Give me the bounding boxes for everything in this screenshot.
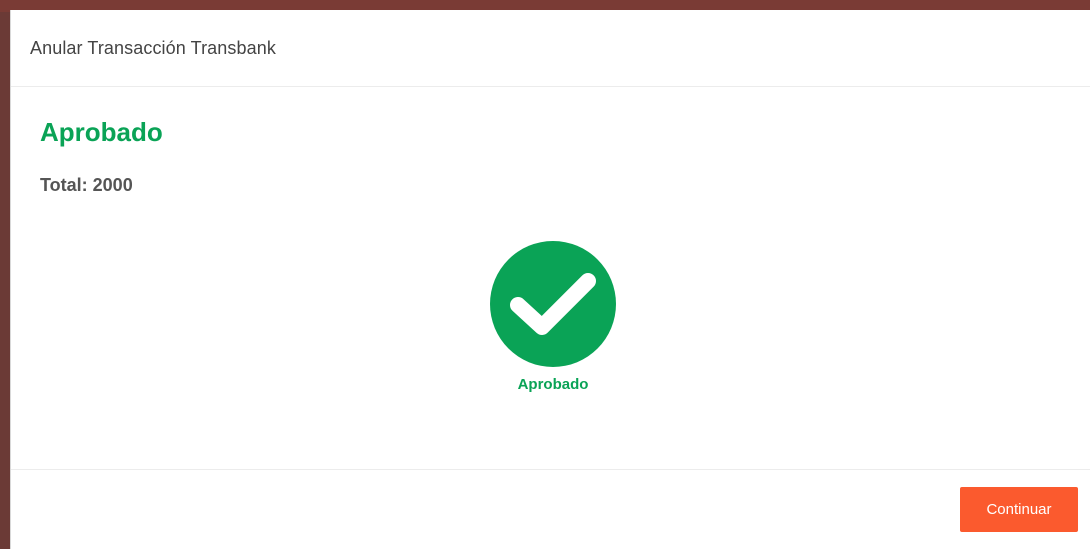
total-amount: Total: 2000 — [40, 175, 133, 195]
check-circle-icon — [490, 241, 616, 367]
approved-label: Aprobado — [11, 376, 1090, 393]
approved-indicator — [490, 241, 616, 367]
modal-body: Aprobado Total: 2000 Aprobado — [11, 87, 1090, 470]
modal-header: Anular Transacción Transbank — [11, 10, 1090, 87]
checkmark-icon — [510, 273, 596, 335]
void-transaction-modal: Anular Transacción Transbank Aprobado To… — [10, 10, 1090, 549]
approved-label-text: Aprobado — [517, 376, 589, 393]
modal-title: Anular Transacción Transbank — [30, 37, 276, 58]
modal-footer: Continuar — [11, 470, 1090, 549]
status-heading: Aprobado — [40, 117, 163, 147]
continue-button[interactable]: Continuar — [960, 487, 1078, 532]
